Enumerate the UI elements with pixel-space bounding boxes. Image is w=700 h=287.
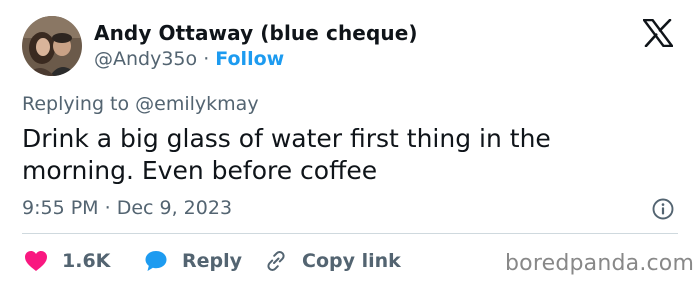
like-button[interactable]: 1.6K [24, 248, 110, 274]
copy-link-button[interactable]: Copy link [264, 248, 401, 274]
avatar[interactable] [22, 16, 82, 76]
author-name[interactable]: Andy Ottaway (blue cheque) [94, 21, 418, 45]
watermark: boredpanda.com [505, 251, 695, 276]
tweet-text-line: Drink a big glass of water first thing i… [22, 124, 551, 153]
replying-to-prefix: Replying to [22, 93, 130, 115]
author-handle[interactable]: @Andy35o [94, 48, 197, 70]
author-handle-row: @Andy35o · Follow [94, 48, 284, 70]
tweet-time: 9:55 PM [22, 197, 99, 219]
speech-bubble-icon [145, 251, 167, 271]
handle-separator: · [203, 48, 210, 70]
tweet-text: Drink a big glass of water first thing i… [22, 123, 662, 187]
replying-to-mention[interactable]: @emilykmay [135, 93, 258, 115]
copy-link-label: Copy link [302, 250, 401, 272]
replying-to: Replying to @emilykmay [22, 93, 259, 115]
reply-button[interactable]: Reply [144, 248, 242, 274]
tweet-text-line: morning. Even before coffee [22, 156, 378, 185]
timestamp-separator: · [104, 197, 111, 219]
x-logo-icon[interactable] [642, 18, 674, 48]
link-icon [267, 251, 285, 271]
tweet-timestamp[interactable]: 9:55 PM · Dec 9, 2023 [22, 197, 232, 219]
reply-label: Reply [182, 250, 243, 272]
heart-icon [25, 251, 47, 271]
tweet-date: Dec 9, 2023 [116, 197, 233, 219]
like-count: 1.6K [62, 250, 111, 272]
info-icon[interactable] [651, 197, 675, 221]
divider [22, 233, 678, 234]
follow-button[interactable]: Follow [215, 48, 284, 70]
tweet-card: Andy Ottaway (blue cheque) @Andy35o · Fo… [0, 0, 700, 287]
